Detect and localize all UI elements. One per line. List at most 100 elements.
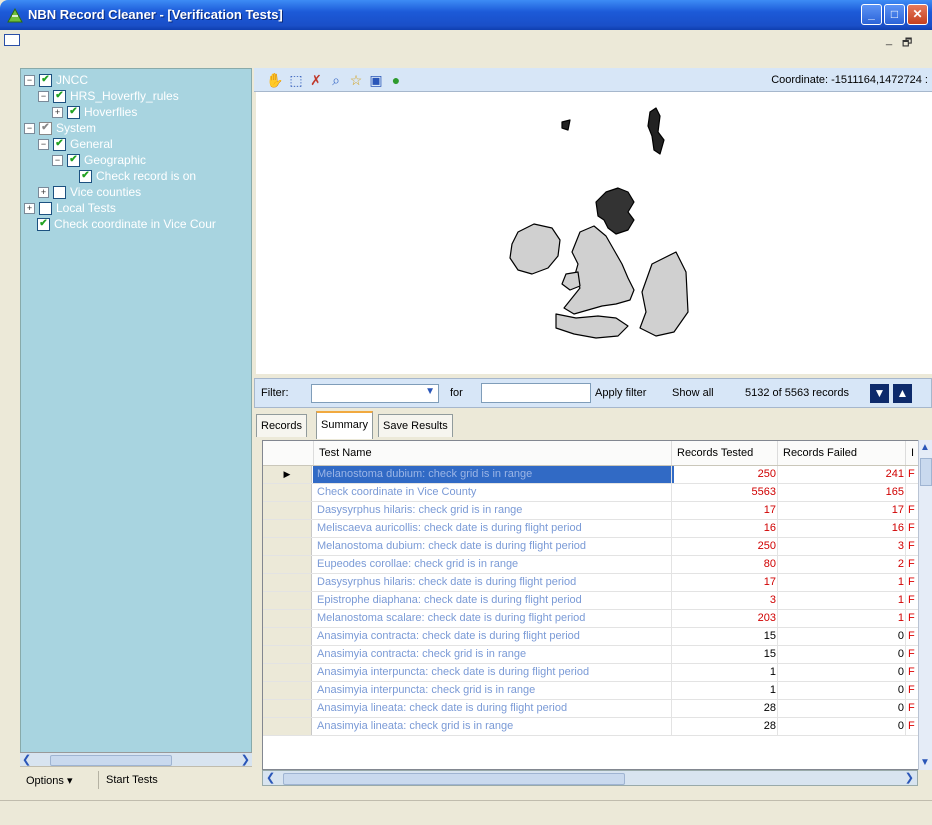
export-image-icon[interactable]: ▣ (368, 72, 384, 88)
table-row[interactable]: Epistrophe diaphana: check date is durin… (263, 592, 919, 610)
tree-checkbox[interactable]: ✔ (39, 121, 52, 135)
scroll-thumb[interactable] (920, 458, 932, 486)
map-view[interactable] (256, 92, 932, 374)
show-all-button[interactable]: Show all (672, 387, 714, 399)
minimize-button[interactable]: _ (861, 4, 882, 25)
table-row[interactable]: Melanostoma dubium: check date is during… (263, 538, 919, 556)
tree-checkbox[interactable]: ✔ (53, 89, 66, 103)
expand-icon[interactable]: + (24, 202, 35, 214)
maximize-button[interactable]: □ (884, 4, 905, 25)
tree-node[interactable]: + Vice counties (38, 184, 141, 200)
collapse-icon[interactable]: − (38, 138, 49, 150)
table-row[interactable]: Anasimyia interpuncta: check grid is in … (263, 682, 919, 700)
table-row[interactable]: Dasysyrphus hilaris: check grid is in ra… (263, 502, 919, 520)
tree-horizontal-scrollbar[interactable]: ❮ ❯ (20, 752, 252, 766)
mdi-restore-icon[interactable]: 🗗 (902, 34, 912, 53)
tree-node[interactable]: + Local Tests (24, 200, 116, 216)
row-selector[interactable] (263, 646, 312, 663)
close-button[interactable]: ✕ (907, 4, 928, 25)
table-row[interactable]: Anasimyia lineata: check grid is in rang… (263, 718, 919, 736)
collapse-icon[interactable]: − (38, 90, 49, 102)
table-row[interactable]: Check coordinate in Vice County 5563 165 (263, 484, 919, 502)
tree-checkbox[interactable] (53, 185, 66, 199)
row-selector[interactable] (263, 574, 312, 591)
tree-checkbox[interactable]: ✔ (67, 105, 80, 119)
tree-node[interactable]: − ✔ Geographic (52, 152, 146, 168)
scroll-left-icon[interactable]: ❮ (266, 771, 275, 784)
mdi-minimize-icon[interactable]: _ (886, 34, 892, 46)
chevron-down-icon[interactable]: ▼ (425, 386, 435, 397)
tree-checkbox[interactable]: ✔ (67, 153, 80, 167)
options-dropdown[interactable]: Options ▾ (26, 774, 73, 787)
summary-grid[interactable]: Test Name Records Tested Records Failed … (262, 440, 932, 770)
filter-value-input[interactable] (481, 383, 591, 403)
row-selector[interactable] (263, 538, 312, 555)
table-row[interactable]: Anasimyia contracta: check date is durin… (263, 628, 919, 646)
column-header-records-tested[interactable]: Records Tested (671, 441, 778, 465)
row-selector[interactable] (263, 556, 312, 573)
tree-node[interactable]: ✔ Check record is on (66, 168, 196, 184)
next-record-icon[interactable]: ▼ (870, 384, 889, 403)
tree-checkbox[interactable]: ✔ (39, 73, 52, 87)
collapse-icon[interactable]: − (24, 122, 35, 134)
previous-record-icon[interactable]: ▲ (893, 384, 912, 403)
row-selector[interactable] (263, 718, 312, 735)
select-star-icon[interactable]: ☆ (348, 72, 364, 88)
scroll-up-icon[interactable]: ▲ (920, 442, 930, 453)
row-selector[interactable] (263, 628, 312, 645)
expand-icon[interactable]: + (52, 106, 63, 118)
apply-filter-button[interactable]: Apply filter (595, 387, 646, 399)
table-row[interactable]: Anasimyia contracta: check grid is in ra… (263, 646, 919, 664)
table-row[interactable]: Anasimyia interpuncta: check date is dur… (263, 664, 919, 682)
row-selector[interactable] (263, 664, 312, 681)
row-selector[interactable] (263, 502, 312, 519)
tree-node[interactable]: − ✔ HRS_Hoverfly_rules (38, 88, 179, 104)
collapse-icon[interactable]: − (24, 74, 35, 86)
filter-field-select[interactable]: ▼ (311, 384, 439, 403)
zoom-out-icon[interactable]: ✗ (308, 72, 324, 88)
zoom-in-box-icon[interactable]: ⬚ (288, 72, 304, 88)
expand-icon[interactable]: + (38, 186, 49, 198)
row-selector[interactable] (263, 700, 312, 717)
grid-vertical-scrollbar[interactable]: ▲ ▼ (918, 440, 932, 770)
row-selector[interactable] (263, 682, 312, 699)
tree-node[interactable]: − ✔ JNCC (24, 72, 88, 88)
tree-checkbox[interactable]: ✔ (79, 169, 92, 183)
column-header-test-name[interactable]: Test Name (313, 441, 672, 465)
document-icon[interactable] (4, 34, 20, 46)
scroll-thumb[interactable] (283, 773, 625, 785)
column-header-records-failed[interactable]: Records Failed (777, 441, 906, 465)
table-row[interactable]: Meliscaeva auricollis: check date is dur… (263, 520, 919, 538)
pan-hand-icon[interactable]: ✋ (266, 72, 283, 88)
row-selector[interactable]: ▶ (263, 466, 312, 483)
tab-save-results[interactable]: Save Results (378, 414, 453, 437)
table-row[interactable]: Anasimyia lineata: check date is during … (263, 700, 919, 718)
tab-summary[interactable]: Summary (316, 411, 374, 439)
scroll-left-icon[interactable]: ❮ (22, 753, 31, 766)
scroll-right-icon[interactable]: ❯ (241, 753, 250, 766)
table-row[interactable]: Eupeodes corollae: check grid is in rang… (263, 556, 919, 574)
scroll-down-icon[interactable]: ▼ (920, 757, 930, 768)
scroll-right-icon[interactable]: ❯ (905, 771, 914, 784)
tab-records[interactable]: Records (256, 414, 307, 437)
tree-checkbox[interactable]: ✔ (37, 217, 50, 231)
row-selector[interactable] (263, 520, 312, 537)
collapse-icon[interactable]: − (52, 154, 63, 166)
tree-node[interactable]: + ✔ Hoverflies (52, 104, 137, 120)
start-tests-button[interactable]: Start Tests (106, 774, 158, 786)
add-layer-icon[interactable]: ● (388, 72, 404, 88)
tree-node[interactable]: − ✔ System (24, 120, 96, 136)
table-row[interactable]: Melanostoma scalare: check date is durin… (263, 610, 919, 628)
table-row[interactable]: ▶ Melanostoma dubium: check grid is in ra… (263, 466, 919, 484)
row-selector[interactable] (263, 610, 312, 627)
scroll-thumb[interactable] (50, 755, 172, 766)
grid-horizontal-scrollbar[interactable]: ❮ ❯ (262, 770, 918, 786)
tree-node[interactable]: − ✔ General (38, 136, 113, 152)
table-row[interactable]: Dasysyrphus hilaris: check date is durin… (263, 574, 919, 592)
tree-checkbox[interactable]: ✔ (53, 137, 66, 151)
tree-node[interactable]: ✔ Check coordinate in Vice Cour (24, 216, 216, 232)
magnify-icon[interactable]: ⌕ (328, 72, 344, 88)
row-selector[interactable] (263, 484, 312, 501)
tree-checkbox[interactable] (39, 201, 52, 215)
row-selector[interactable] (263, 592, 312, 609)
